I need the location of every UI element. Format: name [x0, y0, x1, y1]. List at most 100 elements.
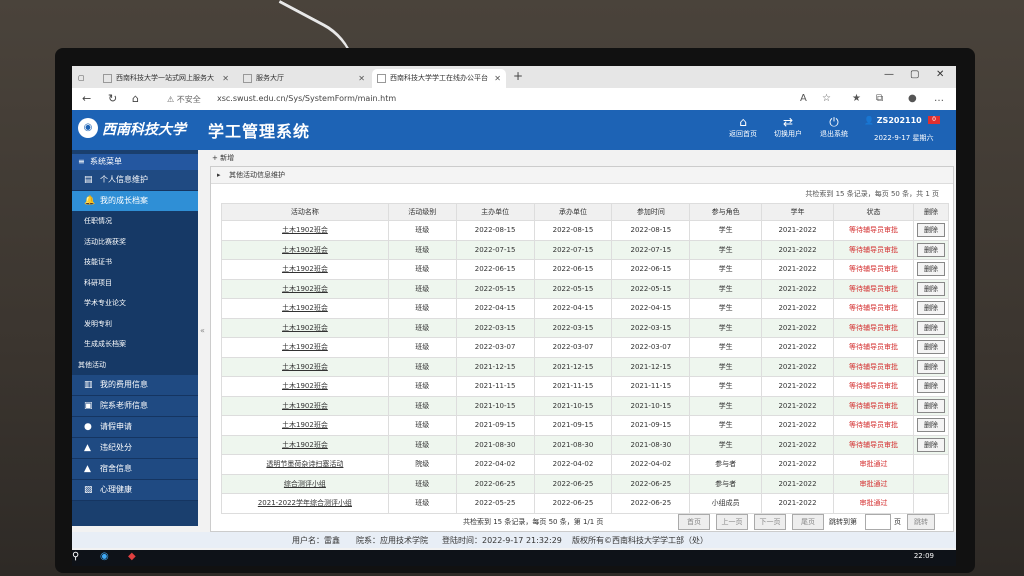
favorite-add-icon[interactable]: ☆	[822, 93, 831, 104]
mail-badge[interactable]: 0	[928, 116, 940, 124]
favorites-icon[interactable]: ★	[852, 93, 861, 104]
menu-header[interactable]: ≡ 系统菜单	[72, 154, 198, 170]
home-label: 返回首页	[729, 130, 757, 138]
delete-button[interactable]: 删除	[917, 223, 946, 238]
delete-button[interactable]: 删除	[917, 379, 946, 394]
sidebar-item-discipline[interactable]: ▲ 违纪处分	[72, 438, 198, 459]
cell-role: 学生	[689, 220, 763, 241]
back-icon[interactable]: ←	[82, 92, 91, 105]
activity-name-link[interactable]: 土木1902班会	[221, 395, 389, 416]
add-new-button[interactable]: + 新增	[212, 153, 234, 163]
status-cell: 等待辅导员审批	[833, 278, 915, 299]
activity-name-link[interactable]: 土木1902班会	[221, 337, 389, 358]
search-icon[interactable]: ⚲	[72, 551, 79, 562]
activity-name-link[interactable]: 土木1902班会	[221, 239, 389, 260]
browser-tab-2[interactable]: 服务大厅 ✕	[238, 69, 370, 88]
close-icon[interactable]: ✕	[222, 69, 229, 88]
home-button[interactable]: ⌂ 返回首页	[723, 115, 763, 139]
sidebar-item-mental-health[interactable]: ▨ 心理健康	[72, 480, 198, 501]
activity-name-link[interactable]: 土木1902班会	[221, 259, 389, 280]
sidebar-item-dorm[interactable]: ▲ 宿舍信息	[72, 459, 198, 480]
new-tab-icon[interactable]: +	[513, 69, 523, 83]
delete-button[interactable]: 删除	[917, 242, 946, 257]
page-number-input[interactable]	[865, 514, 891, 530]
refresh-icon[interactable]: ↻	[108, 92, 117, 105]
delete-button[interactable]: 删除	[917, 262, 946, 277]
activity-name-link[interactable]: 透明节墨荷杂诗扫塞活动	[221, 454, 389, 475]
app-icon[interactable]: ◆	[128, 551, 136, 562]
url-field[interactable]: xsc.swust.edu.cn/Sys/SystemForm/main.htm	[217, 94, 396, 103]
browser-tab-3[interactable]: 西南科技大学学工在线办公平台 ✕	[372, 69, 506, 88]
activity-name-link[interactable]: 土木1902班会	[221, 278, 389, 299]
close-icon[interactable]: ✕	[358, 69, 365, 88]
panel-title[interactable]: ▸ 其他活动信息维护	[211, 167, 953, 184]
page-icon	[377, 74, 386, 83]
jump-button[interactable]: 跳转	[907, 514, 935, 530]
prev-page-button[interactable]: 上一页	[716, 514, 748, 530]
cell-time: 2021-08-30	[611, 434, 691, 455]
close-window-icon[interactable]: ✕	[936, 69, 944, 80]
delete-button[interactable]: 删除	[917, 437, 946, 452]
sidebar-item-growth-archive[interactable]: 🔔 我的成长档案	[72, 191, 198, 211]
delete-button[interactable]: 删除	[917, 281, 946, 296]
cell-organizer: 2022-06-25	[533, 473, 613, 494]
id-card-icon: ▤	[84, 175, 93, 185]
sidebar-subitem[interactable]: 发明专利	[72, 313, 198, 334]
security-indicator[interactable]: ⚠ 不安全	[167, 94, 201, 105]
cell-year: 2021-2022	[761, 434, 835, 455]
sidebar-subitem[interactable]: 活动比赛获奖	[72, 231, 198, 252]
collections-icon[interactable]: ⧉	[876, 93, 883, 104]
collapse-sidebar-icon[interactable]: «	[200, 326, 205, 335]
sidebar-item-leave[interactable]: ● 请假申请	[72, 417, 198, 438]
edge-browser-icon[interactable]: ◉	[100, 551, 109, 562]
activity-name-link[interactable]: 土木1902班会	[221, 317, 389, 338]
delete-button[interactable]: 删除	[917, 320, 946, 335]
delete-button[interactable]: 删除	[917, 418, 946, 433]
first-page-button[interactable]: 首页	[678, 514, 710, 530]
maximize-icon[interactable]: ▢	[910, 69, 919, 80]
sidebar-subitem[interactable]: 技能证书	[72, 252, 198, 273]
sidebar-subitem[interactable]: 生成成长档案	[72, 334, 198, 355]
activity-name-link[interactable]: 土木1902班会	[221, 298, 389, 319]
last-page-button[interactable]: 尾页	[792, 514, 824, 530]
profile-icon[interactable]: ●	[908, 93, 917, 104]
cell-organizer: 2021-11-15	[533, 376, 613, 397]
activity-name-link[interactable]: 土木1902班会	[221, 376, 389, 397]
sidebar-item-fees[interactable]: ▥ 我的费用信息	[72, 375, 198, 396]
delete-cell: 删除	[913, 317, 949, 338]
activity-name-link[interactable]: 土木1902班会	[221, 220, 389, 241]
sidebar-subitem[interactable]: 任职情况	[72, 211, 198, 232]
delete-button[interactable]: 删除	[917, 301, 946, 316]
cell-level: 班级	[387, 337, 457, 358]
activity-name-link[interactable]: 2021-2022学年综合测评小组	[221, 493, 389, 514]
status-cell: 等待辅导员审批	[833, 298, 915, 319]
table-header-row: 活动名称 活动级别 主办单位 承办单位 参加时间 参与角色 学年 状态 删除	[221, 203, 949, 221]
activity-name-link[interactable]: 土木1902班会	[221, 356, 389, 377]
delete-button[interactable]: 删除	[917, 359, 946, 374]
activity-name-link[interactable]: 土木1902班会	[221, 434, 389, 455]
table-row: 土木1902班会 班级 2022-03-15 2022-03-15 2022-03-15…	[221, 317, 949, 338]
logout-button[interactable]: ⏻ 退出系统	[814, 115, 854, 139]
minimize-icon[interactable]: —	[884, 69, 894, 80]
sidebar-subitem[interactable]: 科研项目	[72, 272, 198, 293]
sidebar-item-teachers[interactable]: ▣ 院系老师信息	[72, 396, 198, 417]
read-aloud-icon[interactable]: A	[800, 93, 807, 104]
next-page-button[interactable]: 下一页	[754, 514, 786, 530]
home-icon[interactable]: ⌂	[132, 92, 139, 105]
switch-user-button[interactable]: ⇄ 切换用户	[768, 115, 808, 139]
cell-time: 2022-03-15	[611, 317, 691, 338]
close-icon[interactable]: ✕	[494, 69, 501, 88]
delete-button[interactable]: 删除	[917, 398, 946, 413]
sidebar-subitem[interactable]: 学术专业论文	[72, 293, 198, 314]
more-icon[interactable]: …	[934, 93, 944, 104]
user-id[interactable]: 👤 ZS202110	[864, 116, 922, 125]
tab-actions-icon[interactable]: ▢	[78, 69, 88, 88]
column-header: 删除	[913, 203, 949, 221]
status-cell: 等待辅导员审批	[833, 239, 915, 260]
activity-name-link[interactable]: 土木1902班会	[221, 415, 389, 436]
delete-button[interactable]: 删除	[917, 340, 946, 355]
browser-tab-1[interactable]: 西南科技大学一站式网上服务大 ✕	[98, 69, 234, 88]
sidebar-item-personal-info[interactable]: ▤ 个人信息维护	[72, 170, 198, 191]
activity-name-link[interactable]: 综合测评小组	[221, 473, 389, 494]
sidebar-subitem[interactable]: 其他活动	[72, 354, 198, 375]
